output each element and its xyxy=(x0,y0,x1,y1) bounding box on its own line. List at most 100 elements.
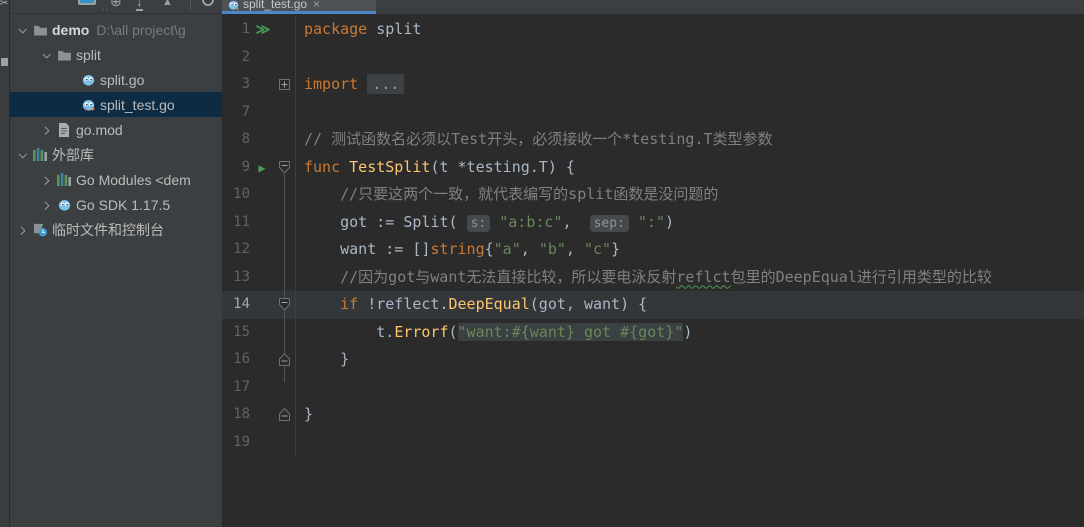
tree-item--[interactable]: 临时文件和控制台 xyxy=(10,217,222,242)
code-line-2[interactable]: 2 xyxy=(222,43,1084,71)
library-icon xyxy=(30,148,50,161)
project-tree: demo D:\all project\g split split.go split_t… xyxy=(10,14,222,242)
fold-marker-icon[interactable] xyxy=(274,154,295,182)
screen-icon[interactable] xyxy=(78,0,96,5)
token-str: "b" xyxy=(538,240,566,258)
token-def: { xyxy=(484,240,494,258)
code-line-9[interactable]: 9 ▶ func TestSplit(t *testing.T) { xyxy=(222,153,1084,182)
code-line-15[interactable]: 15 t.Errorf("want:#{want} got #{got}") xyxy=(222,318,1084,347)
token-com: 包里的DeepEqual进行引用类型的比较 xyxy=(730,267,992,286)
code-line-19[interactable]: 19 xyxy=(222,428,1084,457)
token-def: (got, want) { xyxy=(529,295,648,313)
line-number: 9 xyxy=(241,158,250,175)
cut-icon[interactable]: ✂ xyxy=(0,0,8,9)
code-line-1[interactable]: 1 ≫ package split xyxy=(222,16,1084,44)
token-com: // 测试函数名必须以Test开头，必须接收一个*testing.T类型参数 xyxy=(304,130,773,148)
project-toolbar: .. ⊕ ↓ ▲ xyxy=(10,0,222,14)
run-gutter xyxy=(250,126,274,154)
code-line-13[interactable]: 13 //因为got与want无法直接比较，所以要电泳反射reflct包里的De… xyxy=(222,263,1084,291)
fold-marker-icon[interactable] xyxy=(274,346,295,374)
ide-window: ✂ .. ⊕ ↓ ▲ demo D:\all project\g split spli… xyxy=(0,0,1084,527)
run-all-icon[interactable]: ≫ xyxy=(250,16,274,44)
tree-item-go-modules-dem[interactable]: Go Modules <dem xyxy=(10,167,222,192)
collapse-icon[interactable]: ▲ xyxy=(162,0,173,8)
go-sdk-icon xyxy=(54,198,74,211)
tree-item-split[interactable]: split xyxy=(10,42,222,67)
chevron-right-icon[interactable] xyxy=(38,175,54,185)
chevron-right-icon[interactable] xyxy=(38,125,54,135)
code-line-14[interactable]: 14 if !reflect.DeepEqual(got, want) { xyxy=(222,291,1084,319)
code-line-7[interactable]: 7 xyxy=(222,98,1084,127)
chevron-down-icon[interactable] xyxy=(14,24,30,34)
close-icon[interactable]: × xyxy=(313,0,320,11)
toolbar-divider xyxy=(190,0,191,10)
code-line-16[interactable]: 16 } xyxy=(222,346,1084,374)
chevron-down-icon[interactable] xyxy=(38,49,54,59)
fold-marker-icon[interactable] xyxy=(274,71,295,99)
code-line-17[interactable]: 17 xyxy=(222,373,1084,402)
chevron-right-icon[interactable] xyxy=(38,200,54,210)
code-text: //只要这两个一致，就代表编写的split函数是没问题的 xyxy=(295,181,1084,209)
tree-item-label: 临时文件和控制台 xyxy=(52,221,164,238)
code-line-18[interactable]: 18} xyxy=(222,401,1084,429)
fold-gutter xyxy=(274,16,295,44)
token-def: , xyxy=(520,240,539,258)
token-kw: import xyxy=(304,75,359,93)
token-def: } xyxy=(611,240,621,258)
plus-circle-icon[interactable]: ⊕ xyxy=(110,0,122,10)
run-gutter xyxy=(250,99,274,127)
fold-gutter xyxy=(274,99,295,127)
line-number: 3 xyxy=(241,76,250,92)
token-def: (t *testing.T) { xyxy=(430,157,575,176)
tree-item-path: D:\all project\g xyxy=(96,21,186,38)
editor-tab-split-test-go[interactable]: split_test.go × xyxy=(222,0,376,14)
run-gutter xyxy=(250,209,274,237)
chevron-right-icon[interactable] xyxy=(14,225,30,235)
token-kw: string xyxy=(430,240,485,258)
run-gutter xyxy=(250,346,274,374)
tree-item-go-sdk-1-17-5[interactable]: Go SDK 1.17.5 xyxy=(10,192,222,217)
run-gutter xyxy=(250,374,274,402)
line-number: 12 xyxy=(233,241,250,257)
run-gutter xyxy=(250,236,274,264)
line-number: 14 xyxy=(233,296,250,312)
token-def: } xyxy=(304,405,314,423)
code-line-3[interactable]: 3 import ... xyxy=(222,71,1084,99)
fold-gutter xyxy=(274,126,295,154)
fold-marker-icon[interactable] xyxy=(274,291,295,319)
token-kw: func xyxy=(304,157,341,176)
run-test-icon[interactable]: ▶ xyxy=(250,154,274,182)
code-line-11[interactable]: 11 got := Split( s: "a:b:c", sep: ":") xyxy=(222,208,1084,237)
go-file-icon xyxy=(228,0,239,10)
token-def: want := [] xyxy=(304,240,431,258)
token-com: //因为got与want无法直接比较，所以要电泳反射 xyxy=(304,267,677,286)
code-text: if !reflect.DeepEqual(got, want) { xyxy=(295,291,1084,319)
go-file-icon xyxy=(78,73,98,86)
chevron-down-icon[interactable] xyxy=(14,149,30,159)
line-number: 11 xyxy=(233,213,250,230)
token-str: "a" xyxy=(493,240,521,258)
code-area[interactable]: 1 ≫ package split 2 3 import ... 7 8 // 测试函数名必须以… xyxy=(222,14,1084,456)
tree-item-split-go[interactable]: split.go xyxy=(10,67,222,92)
code-text xyxy=(295,98,1084,126)
tool-square-icon[interactable] xyxy=(1,58,8,66)
run-gutter xyxy=(250,429,274,457)
tree-item-split-test-go[interactable]: split_test.go xyxy=(10,92,222,117)
run-gutter xyxy=(250,319,274,347)
code-line-8[interactable]: 8 // 测试函数名必须以Test开头，必须接收一个*testing.T类型参数 xyxy=(222,126,1084,154)
tree-item-label: split_test.go xyxy=(100,96,175,113)
code-text: } xyxy=(295,346,1084,374)
tree-item--[interactable]: 外部库 xyxy=(10,142,222,167)
overflow-dots: .. xyxy=(102,2,110,12)
code-text xyxy=(295,43,1084,71)
token-fn: DeepEqual xyxy=(448,295,530,313)
tree-item-label: Go Modules <dem xyxy=(76,171,191,188)
code-line-10[interactable]: 10 //只要这两个一致，就代表编写的split函数是没问题的 xyxy=(222,181,1084,209)
settings-gear-icon[interactable] xyxy=(202,0,214,6)
code-line-12[interactable]: 12 want := []string{"a", "b", "c"} xyxy=(222,236,1084,264)
line-number: 16 xyxy=(233,351,250,367)
tree-item-go-mod[interactable]: go.mod xyxy=(10,117,222,142)
download-icon[interactable]: ↓ xyxy=(136,0,143,11)
fold-marker-icon[interactable] xyxy=(274,401,295,429)
tree-item-demo[interactable]: demo D:\all project\g xyxy=(10,17,222,42)
